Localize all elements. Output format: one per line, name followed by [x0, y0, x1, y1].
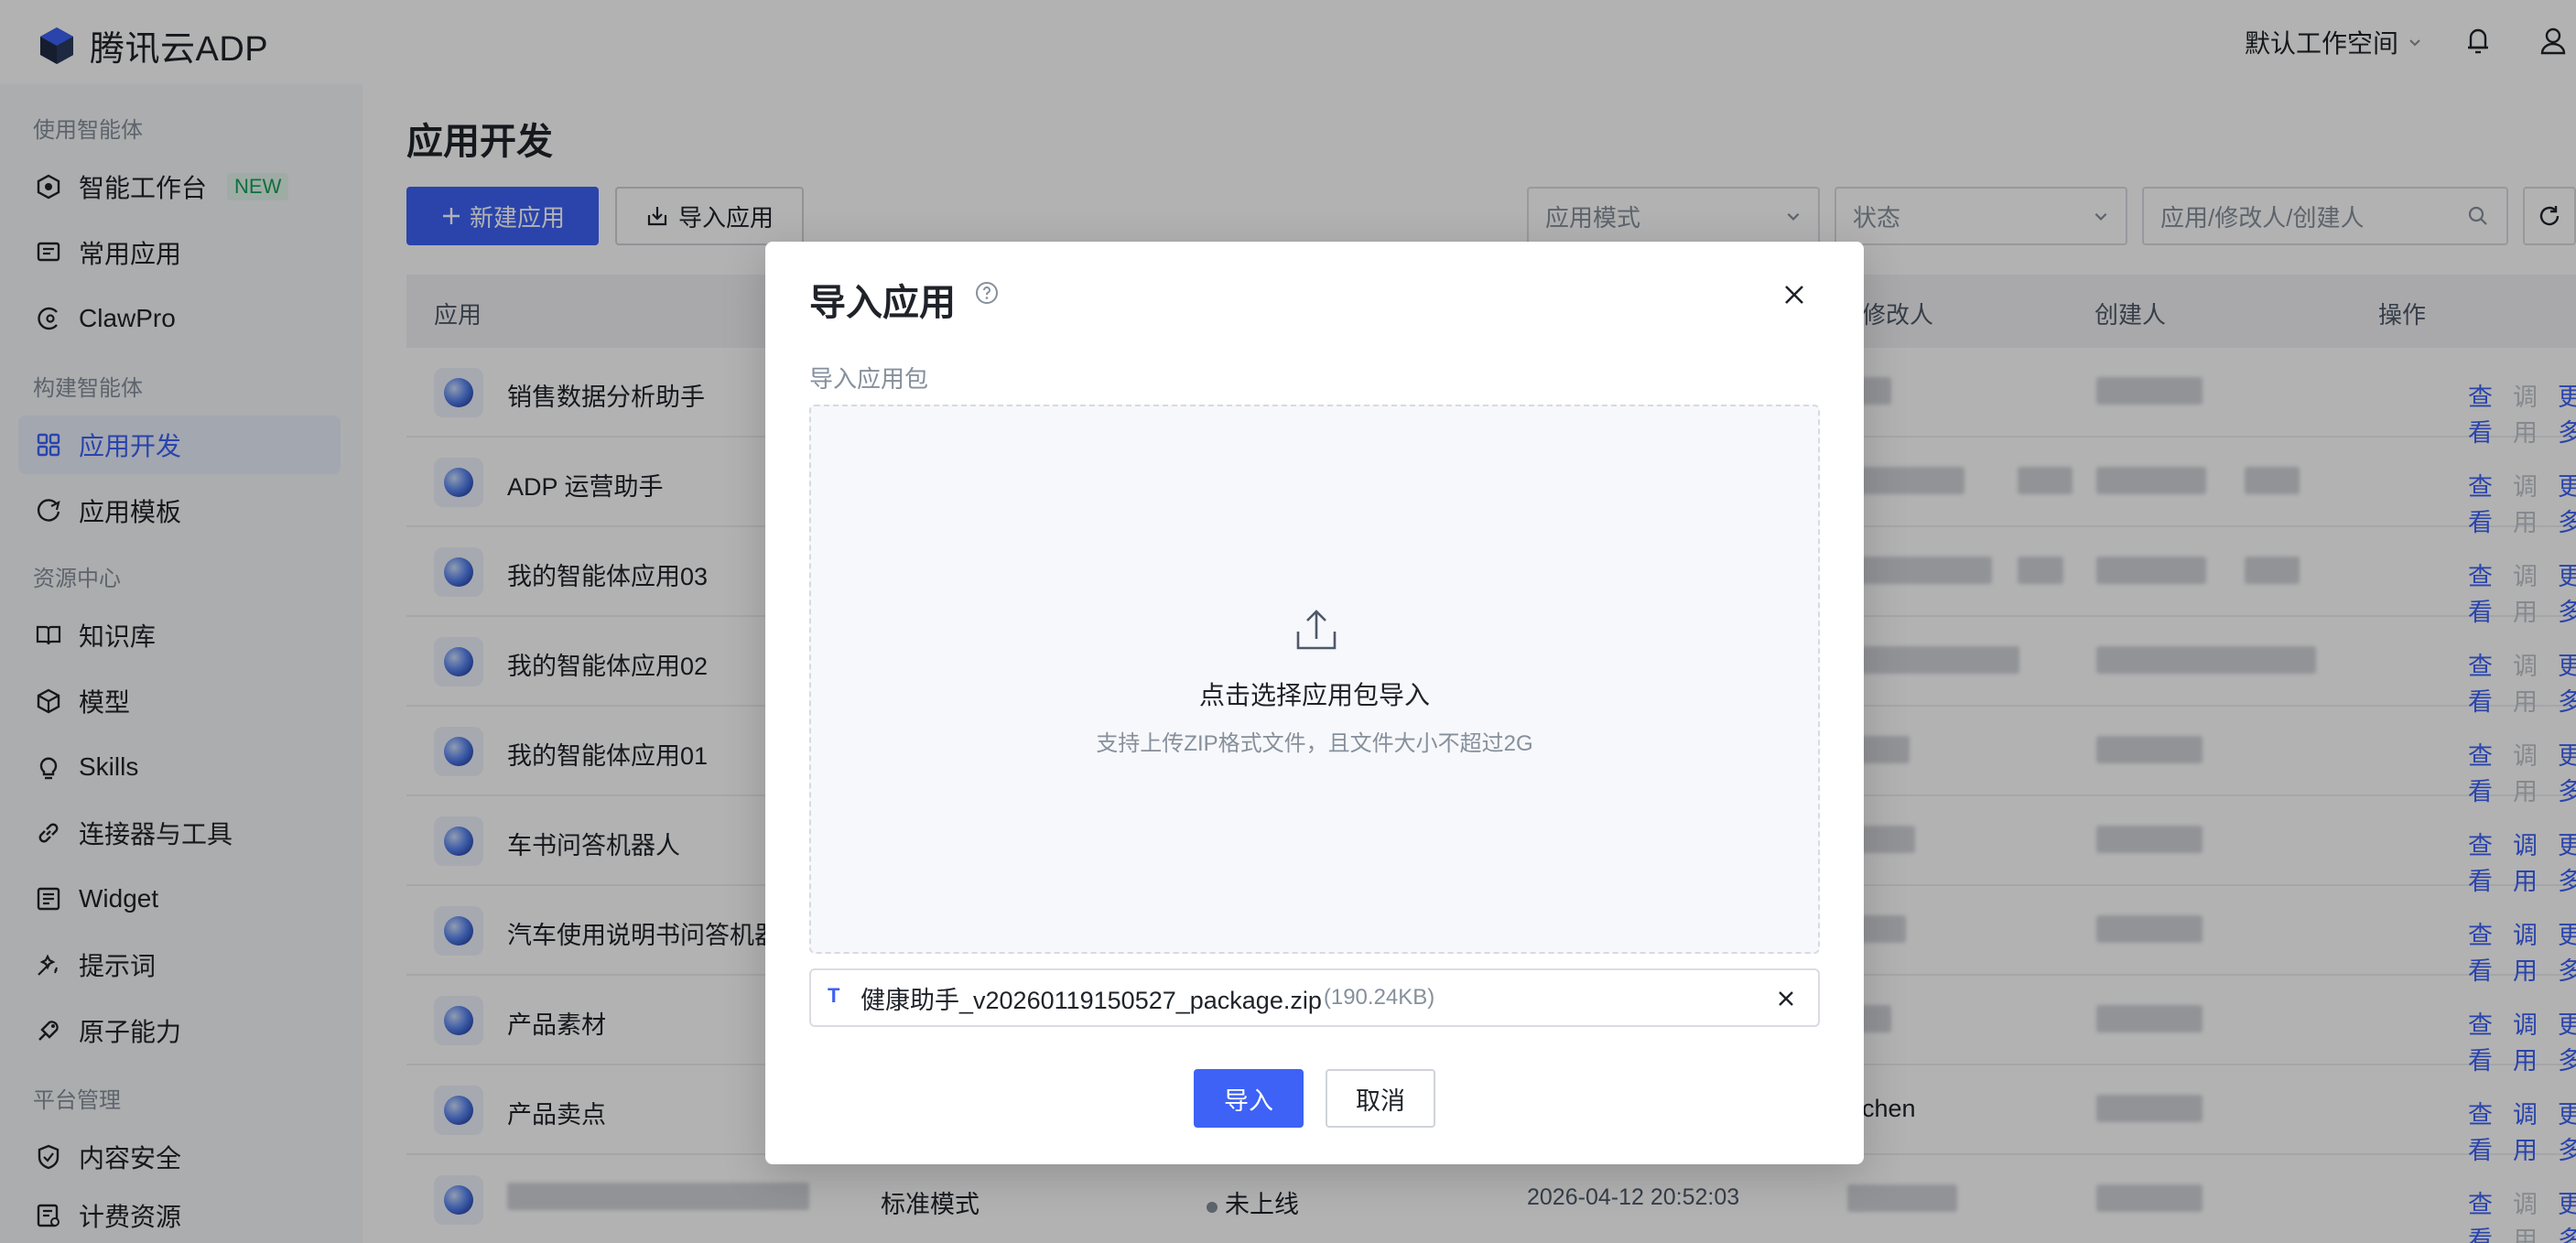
- upload-icon: [1296, 610, 1337, 650]
- import-app-dialog: 导入应用 导入应用包 点击选择应用包导入 支持上传ZIP格式文件，且文件大小不超…: [765, 242, 1864, 1164]
- close-icon[interactable]: [1780, 280, 1809, 309]
- help-icon[interactable]: [974, 280, 1000, 306]
- dialog-title: 导入应用: [809, 283, 956, 323]
- dropzone-hint: 支持上传ZIP格式文件，且文件大小不超过2G: [1096, 731, 1533, 756]
- selected-file: T 健康助手_v20260119150527_package.zip (190.…: [809, 968, 1820, 1027]
- dropzone-title: 点击选择应用包导入: [1198, 681, 1430, 709]
- remove-file-icon[interactable]: [1774, 987, 1798, 1011]
- cancel-button[interactable]: 取消: [1326, 1069, 1435, 1128]
- file-type-icon: T: [828, 984, 840, 1007]
- import-confirm-button[interactable]: 导入: [1194, 1069, 1304, 1128]
- upload-dropzone[interactable]: 点击选择应用包导入 支持上传ZIP格式文件，且文件大小不超过2G: [809, 405, 1820, 954]
- package-field-label: 导入应用包: [809, 365, 929, 393]
- file-size: (190.24KB): [1323, 985, 1435, 1010]
- file-name: 健康助手_v20260119150527_package.zip: [860, 986, 1322, 1014]
